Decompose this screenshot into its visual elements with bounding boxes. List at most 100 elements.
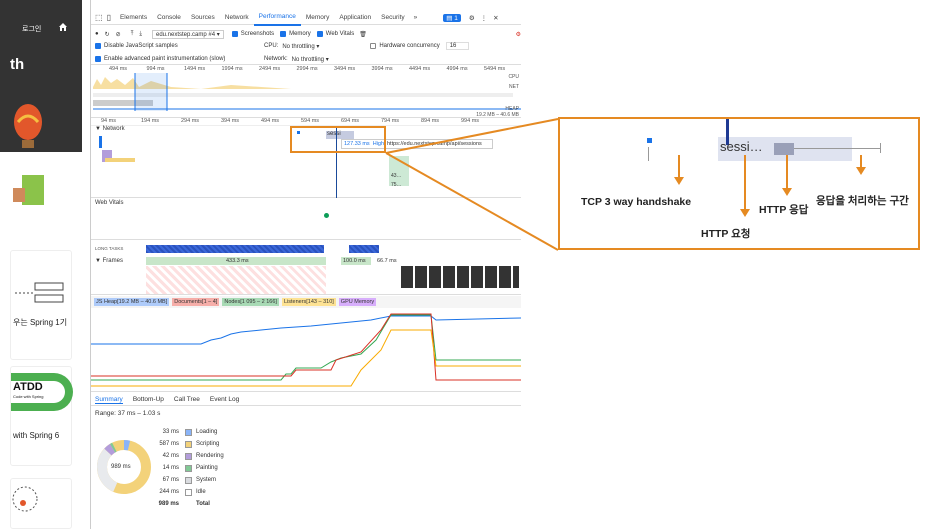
download-icon[interactable]: ⤓: [139, 31, 142, 38]
overview-tick: 3994 ms: [371, 66, 393, 72]
overview-tick: 2994 ms: [296, 66, 318, 72]
tab-event-log[interactable]: Event Log: [210, 396, 239, 403]
tab-summary[interactable]: Summary: [95, 396, 123, 404]
cpu-label: CPU:: [264, 43, 279, 49]
hero-text: th: [10, 56, 25, 73]
hw-concurrency-label: Hardware concurrency: [379, 43, 440, 49]
upload-icon[interactable]: ⤒: [131, 31, 134, 38]
network-request[interactable]: [99, 136, 102, 148]
issues-badge[interactable]: ▤ 1: [443, 13, 461, 22]
tcp-handshake-note: TCP 3 way handshake: [581, 196, 692, 208]
legend-label: Loading: [196, 429, 218, 435]
inspect-icon[interactable]: ⬚: [95, 13, 103, 22]
tab-sources[interactable]: Sources: [186, 11, 220, 25]
capture-settings-gear-icon[interactable]: ⚙: [516, 31, 521, 38]
http-response-arrow: [786, 155, 788, 188]
ruler-tick: 94 ms: [101, 118, 116, 124]
tab-console[interactable]: Console: [152, 11, 186, 25]
network-request[interactable]: [105, 158, 135, 162]
listeners-counter-checkbox[interactable]: Listeners[143 – 310]: [281, 298, 336, 306]
trash-icon[interactable]: 🗑: [359, 31, 367, 38]
clear-icon[interactable]: ⊘: [116, 31, 121, 38]
network-label: Network:: [264, 56, 288, 62]
perf-toolbar: ● ↻ ⊘ ⤒ ⤓ edu.nextstep.camp #4 ▾ Screens…: [95, 28, 521, 40]
record-icon[interactable]: ●: [95, 31, 99, 37]
overview-tick: 1994 ms: [221, 66, 243, 72]
legend-label: Painting: [196, 465, 218, 471]
tab-performance[interactable]: Performance: [253, 10, 301, 26]
http-request-note: HTTP 요청: [701, 228, 751, 240]
zoom-response-segment: [774, 143, 794, 155]
overview-graph: [93, 73, 521, 111]
tab-memory[interactable]: Memory: [301, 11, 334, 25]
legend-swatch: [185, 476, 192, 484]
frames-track: ▼ Frames 433.3 ms 100.0 ms 66.7 ms: [91, 257, 521, 295]
tab-call-tree[interactable]: Call Tree: [174, 396, 200, 403]
legend-label: System: [196, 477, 217, 483]
kebab-menu-icon[interactable]: ⋮: [481, 14, 488, 22]
legend-row: 33 ms Loading: [143, 426, 303, 438]
long-tasks-label: LONG TASKS: [95, 246, 124, 251]
profile-select[interactable]: edu.nextstep.camp #4 ▾: [152, 29, 224, 39]
frames-section-header[interactable]: ▼ Frames: [95, 258, 123, 264]
donut-total-label: 989 ms: [111, 464, 131, 470]
zoom-tcp-tick: [648, 147, 649, 161]
legend-ms: 989 ms: [158, 501, 179, 507]
processing-note: 응답을 처리하는 구간: [816, 195, 909, 207]
memory-checkbox[interactable]: [280, 31, 287, 37]
tcp-arrowhead: [674, 177, 684, 185]
course-card-2[interactable]: ATDD Code with Spring with Spring 6: [10, 366, 73, 466]
legend-swatch: [185, 452, 192, 460]
screenshot-thumbnails[interactable]: [401, 266, 519, 288]
nodes-counter-checkbox[interactable]: Nodes[1 095 – 2 166]: [222, 298, 279, 306]
vitals-marker[interactable]: [324, 213, 329, 218]
home-icon[interactable]: [58, 22, 68, 32]
tab-application[interactable]: Application: [334, 11, 376, 25]
ruler-tick: 194 ms: [141, 118, 160, 124]
legend-ms: 587 ms: [159, 441, 179, 447]
disable-js-label: Disable JavaScript samples: [104, 43, 178, 49]
long-task-bar[interactable]: [146, 245, 324, 253]
jsheap-counter-checkbox[interactable]: JS Heap[19.2 MB – 40.6 MB]: [94, 298, 170, 306]
screenshots-checkbox[interactable]: [231, 31, 238, 37]
more-tabs-icon[interactable]: »: [414, 14, 418, 21]
tab-elements[interactable]: Elements: [115, 11, 152, 25]
ruler-tick: 394 ms: [221, 118, 240, 124]
http-response-note: HTTP 응답: [759, 204, 809, 216]
cpu-throttle-select[interactable]: No throttling ▾: [282, 43, 370, 50]
zoom-request-label: sessi…: [720, 139, 763, 154]
network-section-header[interactable]: ▼ Network: [95, 126, 125, 132]
device-toolbar-icon[interactable]: ▯: [107, 13, 111, 22]
course-card-3[interactable]: [10, 478, 72, 529]
reload-record-icon[interactable]: ↻: [105, 31, 110, 38]
frame-duration-1: 433.3 ms: [226, 258, 249, 264]
settings-row-1: Disable JavaScript samples CPU: No throt…: [95, 41, 521, 51]
network-throttle-select[interactable]: No throttling ▾: [292, 56, 329, 63]
gpu-counter-checkbox[interactable]: GPU Memory: [338, 298, 377, 306]
documents-counter-checkbox[interactable]: Documents[1 – 4]: [172, 298, 220, 306]
hw-concurrency-checkbox[interactable]: [370, 43, 377, 49]
tab-network[interactable]: Network: [220, 11, 254, 25]
zoom-processing-end: [880, 143, 881, 153]
paint-instr-checkbox[interactable]: [95, 56, 101, 62]
long-task-bar[interactable]: [349, 245, 379, 253]
overview-tick: 5494 ms: [484, 66, 506, 72]
dropped-frames-area: [146, 266, 326, 294]
tab-security[interactable]: Security: [376, 11, 409, 25]
webvitals-checkbox[interactable]: [316, 31, 323, 37]
legend-swatch: [185, 488, 192, 496]
close-icon[interactable]: ✕: [493, 14, 498, 22]
http-request-arrow: [744, 155, 746, 209]
login-link[interactable]: 로그인: [22, 24, 41, 34]
legend-row: 244 ms Idle: [143, 486, 303, 498]
disable-js-checkbox[interactable]: [95, 43, 101, 49]
tab-bottom-up[interactable]: Bottom-Up: [133, 396, 164, 403]
settings-gear-icon[interactable]: ⚙: [469, 14, 475, 22]
hw-concurrency-input[interactable]: 16: [445, 42, 470, 50]
tcp-arrow: [678, 155, 680, 177]
course-card-1[interactable]: 우는 Spring 1기: [10, 250, 72, 360]
legend-ms: 14 ms: [162, 465, 179, 471]
legend-row: 587 ms Scripting: [143, 438, 303, 450]
highlight-box: [290, 126, 386, 153]
timeline-overview[interactable]: 494 ms 994 ms 1494 ms 1994 ms 2494 ms 2994 ms…: [91, 64, 521, 118]
